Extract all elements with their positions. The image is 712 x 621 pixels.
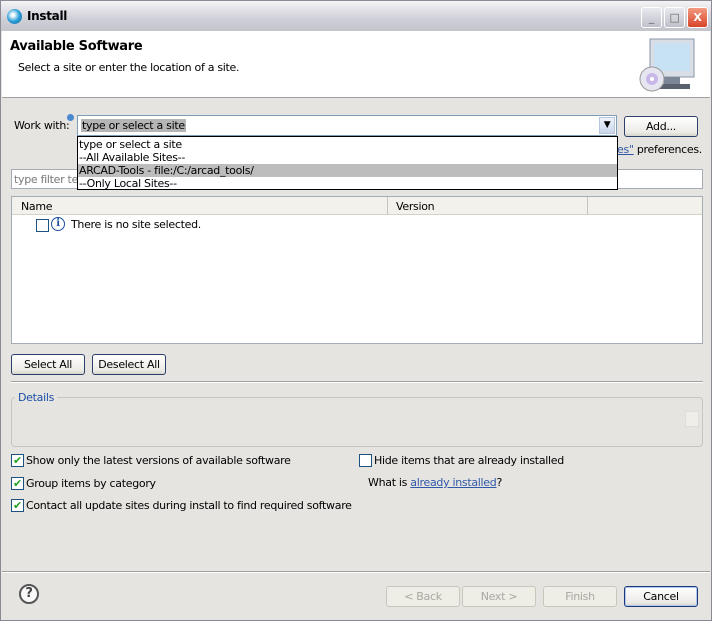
what-is-installed: What is already installed? <box>368 476 502 489</box>
table-row[interactable]: i There is no site selected. <box>12 216 702 234</box>
dropdown-option-selected[interactable]: ARCAD-Tools - file:/C:/arcad_tools/ <box>78 164 617 177</box>
install-window: Install _ □ X Available Software Select … <box>0 0 712 621</box>
already-installed-link[interactable]: already installed <box>410 476 496 489</box>
site-dropdown-list: type or select a site --All Available Si… <box>77 136 618 190</box>
minimize-button[interactable]: _ <box>641 7 662 28</box>
header-banner: Available Software Select a site or ente… <box>2 31 710 98</box>
contact-all-label[interactable]: Contact all update sites during install … <box>26 499 352 512</box>
page-title: Available Software <box>10 39 143 54</box>
maximize-button[interactable]: □ <box>664 7 685 28</box>
computer-cd-icon <box>639 38 695 92</box>
group-by-category-checkbox[interactable]: ✔ <box>11 477 24 490</box>
software-table: Name Version i There is no site selected… <box>11 196 703 344</box>
close-button[interactable]: X <box>687 7 708 28</box>
title-bar[interactable]: Install _ □ X <box>1 1 711 31</box>
add-site-button[interactable]: Add... <box>624 116 698 137</box>
preferences-hint: es" preferences. <box>617 143 703 156</box>
row-checkbox[interactable] <box>36 219 49 232</box>
table-header: Name Version <box>12 197 702 215</box>
column-header-name[interactable]: Name <box>12 197 388 215</box>
details-scroll-arrows-icon[interactable] <box>685 411 699 427</box>
help-icon[interactable]: ? <box>19 584 39 604</box>
contact-all-checkbox[interactable]: ✔ <box>11 499 24 512</box>
page-subtitle: Select a site or enter the location of a… <box>18 61 240 74</box>
next-button[interactable]: Next > <box>462 586 536 607</box>
deselect-all-button[interactable]: Deselect All <box>92 354 166 375</box>
column-header-version[interactable]: Version <box>388 197 588 215</box>
work-with-value: type or select a site <box>81 119 186 132</box>
available-sites-link[interactable]: es" <box>617 143 634 156</box>
window-title: Install <box>27 9 68 23</box>
select-all-button[interactable]: Select All <box>11 354 85 375</box>
dropdown-arrow-icon[interactable]: ▼ <box>599 117 615 134</box>
info-icon: i <box>51 217 65 231</box>
dropdown-option[interactable]: --All Available Sites-- <box>78 151 617 164</box>
details-group <box>11 397 703 447</box>
work-with-label: Work with: <box>14 119 70 132</box>
row-text: There is no site selected. <box>71 218 201 231</box>
footer-separator <box>2 571 710 573</box>
hide-installed-label[interactable]: Hide items that are already installed <box>374 454 564 467</box>
group-by-category-label[interactable]: Group items by category <box>26 477 156 490</box>
info-decoration-icon <box>67 114 74 121</box>
finish-button[interactable]: Finish <box>543 586 617 607</box>
dropdown-option[interactable]: type or select a site <box>78 138 617 151</box>
details-label: Details <box>15 391 58 404</box>
show-latest-label[interactable]: Show only the latest versions of availab… <box>26 454 291 467</box>
hide-installed-checkbox[interactable] <box>359 454 372 467</box>
separator <box>11 381 703 383</box>
work-with-combo[interactable]: type or select a site ▼ <box>77 115 617 136</box>
app-icon <box>7 9 22 24</box>
cancel-button[interactable]: Cancel <box>624 586 698 607</box>
back-button[interactable]: < Back <box>386 586 460 607</box>
show-latest-checkbox[interactable]: ✔ <box>11 454 24 467</box>
dropdown-option[interactable]: --Only Local Sites-- <box>78 177 617 190</box>
